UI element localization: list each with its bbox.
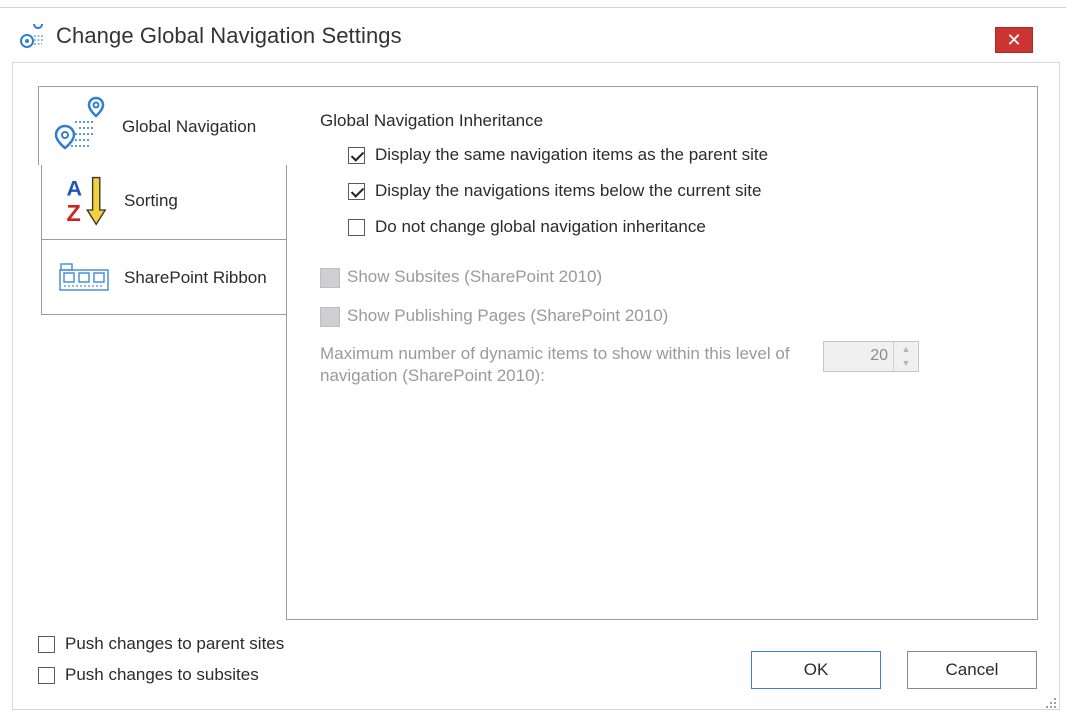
option-below-current[interactable]: Display the navigations items below the … — [348, 181, 818, 203]
az-sort-icon: A Z — [67, 176, 107, 226]
tab-global-navigation-label: Global Navigation — [122, 117, 257, 136]
max-items-stepper[interactable]: 20 ▲ ▼ — [823, 341, 919, 372]
option-same-as-parent[interactable]: Display the same navigation items as the… — [348, 145, 818, 167]
option-do-not-change[interactable]: Do not change global navigation inherita… — [348, 217, 768, 239]
option-show-publishing-checkbox[interactable] — [320, 307, 340, 327]
ok-button[interactable]: OK — [751, 651, 881, 689]
tab-sorting[interactable]: A Z Sorting — [41, 164, 287, 240]
option-same-as-parent-label: Display the same navigation items as the… — [375, 145, 769, 164]
global-navigation-icon — [54, 96, 105, 150]
ribbon-icon — [59, 263, 109, 291]
option-same-as-parent-checkbox[interactable] — [348, 147, 365, 164]
option-show-subsites-label: Show Subsites (SharePoint 2010) — [347, 267, 603, 286]
svg-text:Z: Z — [67, 200, 81, 226]
option-below-current-checkbox[interactable] — [348, 183, 365, 200]
tab-sorting-label: Sorting — [124, 191, 178, 210]
option-show-subsites[interactable]: Show Subsites (SharePoint 2010) — [320, 267, 640, 289]
option-below-current-label: Display the navigations items below the … — [375, 181, 762, 200]
stepper-buttons: ▲ ▼ — [893, 342, 918, 371]
option-show-publishing-label: Show Publishing Pages (SharePoint 2010) — [347, 306, 669, 325]
option-do-not-change-label: Do not change global navigation inherita… — [375, 217, 706, 236]
option-show-subsites-checkbox[interactable] — [320, 268, 340, 288]
stepper-down-icon[interactable]: ▼ — [894, 356, 918, 370]
section-title: Global Navigation Inheritance — [320, 111, 544, 130]
option-show-publishing[interactable]: Show Publishing Pages (SharePoint 2010) — [320, 306, 700, 328]
tab-sharepoint-ribbon-label: SharePoint Ribbon — [124, 268, 267, 287]
push-parent-label: Push changes to parent sites — [65, 634, 285, 653]
svg-text:A: A — [67, 176, 83, 201]
stepper-up-icon[interactable]: ▲ — [894, 342, 918, 356]
dialog-title: Change Global Navigation Settings — [56, 23, 402, 48]
max-items-label: Maximum number of dynamic items to show … — [320, 344, 790, 385]
navigation-pin-icon — [20, 24, 44, 48]
close-button[interactable]: ✕ — [995, 27, 1033, 53]
window-top-border — [0, 7, 1066, 8]
tab-sharepoint-ribbon[interactable]: SharePoint Ribbon — [41, 239, 287, 315]
push-subsites-label: Push changes to subsites — [65, 665, 259, 684]
tab-global-navigation[interactable]: Global Navigation — [38, 86, 288, 165]
push-subsites-checkbox[interactable] — [38, 667, 55, 684]
cancel-button[interactable]: Cancel — [907, 651, 1037, 689]
push-subsites-option[interactable]: Push changes to subsites — [38, 665, 318, 687]
option-do-not-change-checkbox[interactable] — [348, 219, 365, 236]
max-items-value: 20 — [870, 347, 888, 364]
push-parent-checkbox[interactable] — [38, 636, 55, 653]
push-parent-option[interactable]: Push changes to parent sites — [38, 634, 338, 656]
resize-grip-icon[interactable] — [1044, 696, 1058, 710]
